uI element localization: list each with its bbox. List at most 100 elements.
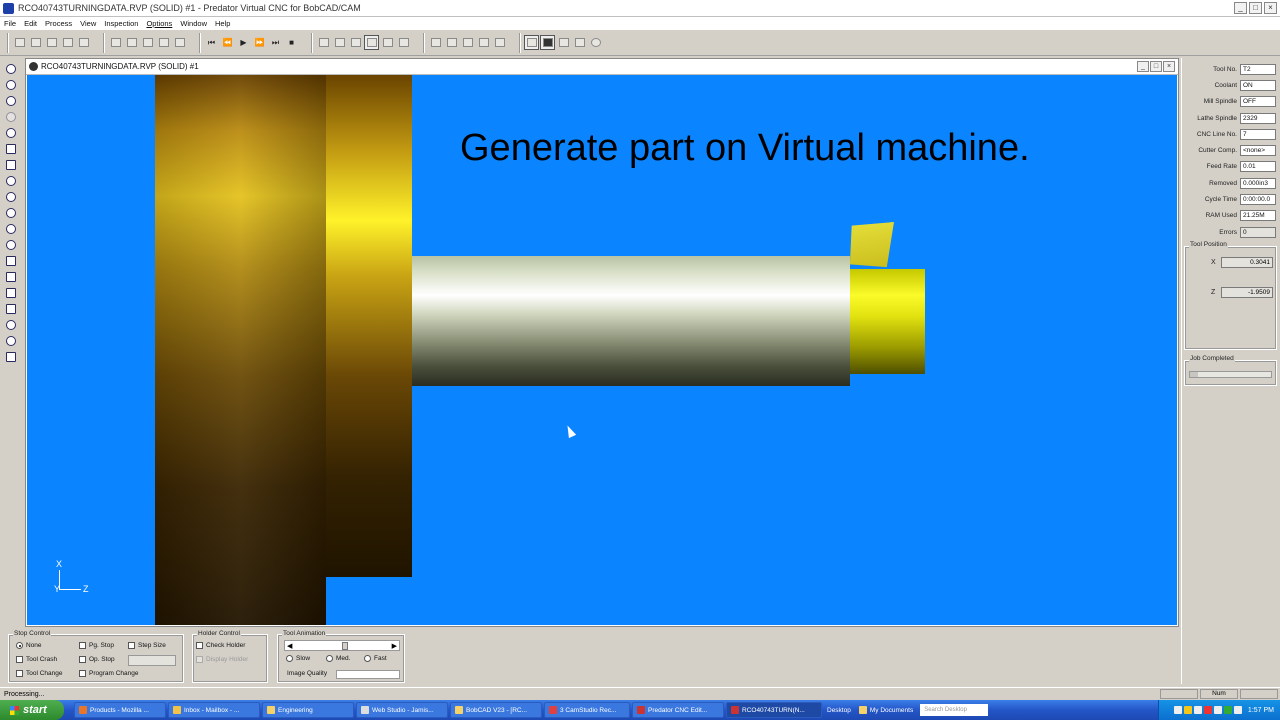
slider-thumb[interactable]: [342, 642, 348, 650]
tray-icon[interactable]: [1173, 706, 1182, 714]
tray-icon[interactable]: [1203, 706, 1212, 714]
taskbar-item-predator-vcnc[interactable]: RCO40743TURN(N...: [726, 702, 822, 718]
stop-icon[interactable]: ■: [284, 35, 299, 50]
code-panel-icon[interactable]: [540, 35, 555, 50]
menu-help[interactable]: Help: [215, 19, 230, 28]
rewind-icon[interactable]: ⏮: [204, 35, 219, 50]
zoom-window-icon[interactable]: [2, 109, 19, 124]
speed-fast-radio[interactable]: Fast: [364, 655, 387, 662]
animation-speed-slider[interactable]: ◀ ▶: [284, 640, 400, 651]
tool-change-checkbox[interactable]: Tool Change: [16, 670, 63, 677]
menu-window[interactable]: Window: [180, 19, 207, 28]
open-file-icon[interactable]: [28, 35, 43, 50]
view-top-icon[interactable]: [2, 205, 19, 220]
section-icon[interactable]: [460, 35, 475, 50]
machine-setup-icon[interactable]: [108, 35, 123, 50]
taskbar-item-camstudio[interactable]: 3 CamStudio Rec...: [544, 702, 630, 718]
view-reset-icon[interactable]: [380, 35, 395, 50]
step-size-input[interactable]: [128, 655, 176, 666]
taskbar-item-mozilla[interactable]: Products - Mozilla ...: [74, 702, 166, 718]
menu-file[interactable]: File: [4, 19, 16, 28]
tray-icon[interactable]: [1223, 706, 1232, 714]
view-left-icon[interactable]: [2, 253, 19, 268]
view-right-icon[interactable]: [2, 269, 19, 284]
open-tool-icon[interactable]: [60, 35, 75, 50]
fast-forward-icon[interactable]: ⏭: [268, 35, 283, 50]
desktop-search-input[interactable]: Search Desktop: [920, 704, 989, 716]
taskbar-item-web-studio[interactable]: Web Studio - Jamis...: [356, 702, 448, 718]
view-axial-icon[interactable]: [2, 317, 19, 332]
view-radial-icon[interactable]: [2, 333, 19, 348]
view-back-icon[interactable]: [2, 301, 19, 316]
zoom-region-icon[interactable]: [428, 35, 443, 50]
grid-panel-icon[interactable]: [572, 35, 587, 50]
step-forward-icon[interactable]: ⏩: [252, 35, 267, 50]
status-panel-icon[interactable]: [524, 35, 539, 50]
view-iso-icon[interactable]: [2, 189, 19, 204]
open-stock-icon[interactable]: [44, 35, 59, 50]
simulation-viewport[interactable]: Generate part on Virtual machine. X Y Z: [27, 75, 1177, 625]
tool-setup-icon[interactable]: [140, 35, 155, 50]
start-button[interactable]: start: [0, 700, 64, 720]
menu-options[interactable]: Options: [146, 19, 172, 28]
view-rotate-icon[interactable]: [396, 35, 411, 50]
check-holder-checkbox[interactable]: Check Holder: [196, 642, 245, 649]
display-holder-checkbox[interactable]: Display Holder: [196, 656, 248, 663]
menu-view[interactable]: View: [80, 19, 96, 28]
zoom-fit-icon[interactable]: [2, 93, 19, 108]
gear-icon[interactable]: [588, 35, 603, 50]
pan-icon[interactable]: [2, 141, 19, 156]
tray-icon[interactable]: [1183, 706, 1192, 714]
rotate-icon[interactable]: [2, 157, 19, 172]
view-wire-icon[interactable]: [332, 35, 347, 50]
taskbar-item-predator-editor[interactable]: Predator CNC Edit...: [632, 702, 724, 718]
new-file-icon[interactable]: [12, 35, 27, 50]
tool-crash-checkbox[interactable]: Tool Crash: [16, 656, 57, 663]
menu-edit[interactable]: Edit: [24, 19, 37, 28]
view-bottom-icon[interactable]: [2, 285, 19, 300]
light-icon[interactable]: [2, 173, 19, 188]
slider-left-arrow-icon[interactable]: ◀: [287, 642, 292, 650]
stop-none-radio[interactable]: None: [16, 642, 42, 649]
pg-stop-checkbox[interactable]: Pg. Stop: [79, 642, 114, 649]
view-shaded-icon[interactable]: [348, 35, 363, 50]
speaker-icon[interactable]: [1233, 706, 1242, 714]
fixture-setup-icon[interactable]: [156, 35, 171, 50]
zoom-all-icon[interactable]: [2, 125, 19, 140]
close-button[interactable]: ×: [1264, 2, 1277, 14]
menu-inspection[interactable]: Inspection: [104, 19, 138, 28]
step-back-icon[interactable]: ⏪: [220, 35, 235, 50]
op-stop-checkbox[interactable]: Op. Stop: [79, 656, 115, 663]
maximize-button[interactable]: □: [1249, 2, 1262, 14]
slider-right-arrow-icon[interactable]: ▶: [392, 642, 397, 650]
minimize-button[interactable]: _: [1234, 2, 1247, 14]
tray-icon[interactable]: [1213, 706, 1222, 714]
stock-setup-icon[interactable]: [124, 35, 139, 50]
zoom-in-icon[interactable]: [2, 61, 19, 76]
document-minimize-button[interactable]: _: [1137, 61, 1149, 72]
list-panel-icon[interactable]: [556, 35, 571, 50]
play-icon[interactable]: ▶: [236, 35, 251, 50]
ruler-icon[interactable]: [492, 35, 507, 50]
compare-icon[interactable]: [476, 35, 491, 50]
speed-slow-radio[interactable]: Slow: [286, 655, 310, 662]
tray-icon[interactable]: [1193, 706, 1202, 714]
zoom-out-icon[interactable]: [2, 77, 19, 92]
taskbar-item-bobcad[interactable]: BobCAD V23 - [RC...: [450, 702, 542, 718]
select-icon[interactable]: [2, 349, 19, 364]
document-maximize-button[interactable]: □: [1150, 61, 1162, 72]
save-icon[interactable]: [76, 35, 91, 50]
settings-icon[interactable]: [172, 35, 187, 50]
view-toolpath-icon[interactable]: [364, 35, 379, 50]
view-side-icon[interactable]: [2, 237, 19, 252]
taskbar-item-my-documents[interactable]: My Documents: [856, 702, 916, 718]
image-quality-slider[interactable]: [336, 670, 400, 679]
view-front-icon[interactable]: [2, 221, 19, 236]
view-solid-icon[interactable]: [316, 35, 331, 50]
step-size-checkbox[interactable]: Step Size: [128, 642, 166, 649]
speed-med-radio[interactable]: Med.: [326, 655, 350, 662]
program-change-checkbox[interactable]: Program Change: [79, 670, 139, 677]
taskbar-item-inbox[interactable]: Inbox - Mailbox - ...: [168, 702, 260, 718]
taskbar-item-engineering[interactable]: Engineering: [262, 702, 354, 718]
document-close-button[interactable]: ×: [1163, 61, 1175, 72]
